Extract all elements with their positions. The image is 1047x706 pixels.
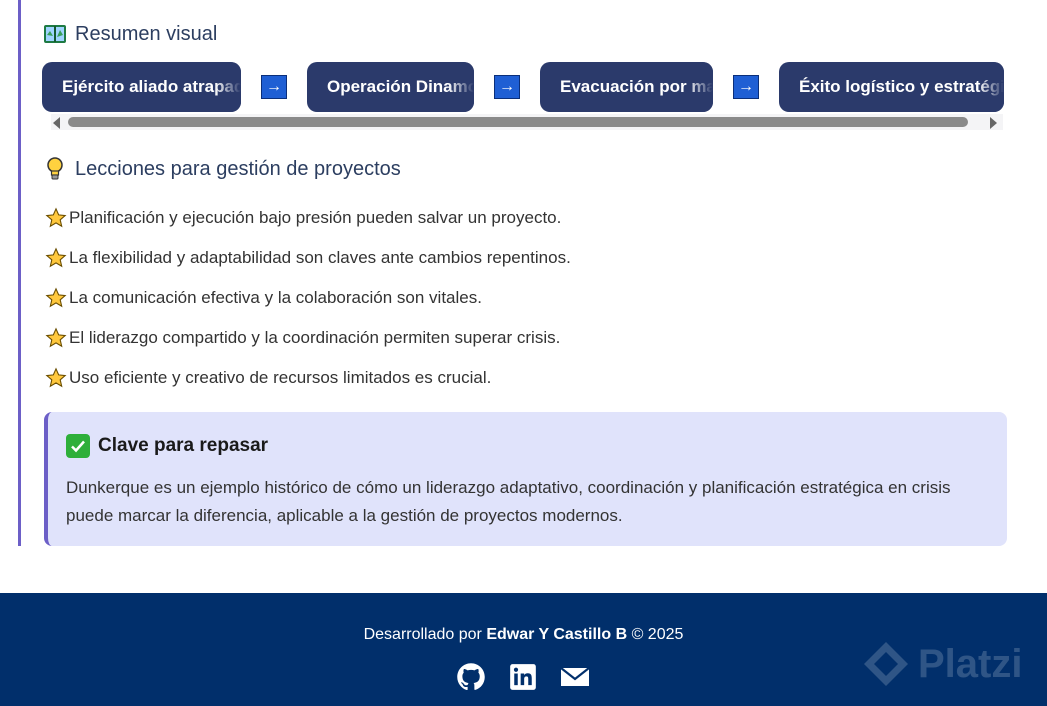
check-mark-icon xyxy=(66,434,90,458)
key-review-box: Clave para repasar Dunkerque es un ejemp… xyxy=(44,412,1007,546)
map-book-icon xyxy=(43,22,67,46)
flow-step-4: Éxito logístico y estratégico xyxy=(779,62,1004,112)
lessons-list: Planificación y ejecución bajo presión p… xyxy=(45,198,945,398)
key-review-text: Dunkerque es un ejemplo histórico de cóm… xyxy=(66,478,951,525)
footer-prefix: Desarrollado por xyxy=(363,626,487,643)
platzi-watermark: Platzi xyxy=(862,640,1022,688)
star-icon xyxy=(45,367,67,389)
star-icon xyxy=(45,287,67,309)
scroll-left-icon[interactable] xyxy=(53,117,60,129)
lightbulb-icon xyxy=(43,157,67,181)
linkedin-icon[interactable] xyxy=(507,662,539,692)
flow-step-1: Ejército aliado atrapado xyxy=(42,62,241,112)
email-icon[interactable] xyxy=(559,662,591,692)
footer-author: Edwar Y Castillo B xyxy=(486,626,628,643)
star-icon xyxy=(45,247,67,269)
footer-links xyxy=(455,662,591,692)
lesson-text: Planificación y ejecución bajo presión p… xyxy=(69,208,562,227)
footer: Desarrollado por Edwar Y Castillo B © 20… xyxy=(0,593,1047,706)
flow-steps[interactable]: Ejército aliado atrapado → Operación Din… xyxy=(42,61,1006,113)
visual-summary-heading: Resumen visual xyxy=(43,22,217,46)
list-item: La flexibilidad y adaptabilidad son clav… xyxy=(45,238,945,278)
arrow-right-icon: → xyxy=(261,75,287,99)
scrollbar-thumb[interactable] xyxy=(68,117,968,127)
footer-suffix: © 2025 xyxy=(627,626,684,643)
watermark-text: Platzi xyxy=(918,641,1023,686)
star-icon xyxy=(45,327,67,349)
horizontal-scrollbar[interactable] xyxy=(51,114,1003,130)
flow-step-3: Evacuación por mar xyxy=(540,62,713,112)
list-item: Uso eficiente y creativo de recursos lim… xyxy=(45,358,945,398)
key-review-title: Clave para repasar xyxy=(98,435,269,456)
arrow-right-icon: → xyxy=(494,75,520,99)
lesson-text: El liderazgo compartido y la coordinació… xyxy=(69,328,561,347)
visual-summary-title: Resumen visual xyxy=(75,22,218,45)
lessons-title: Lecciones para gestión de proyectos xyxy=(75,157,401,180)
arrow-right-icon: → xyxy=(733,75,759,99)
lesson-text: La flexibilidad y adaptabilidad son clav… xyxy=(69,248,571,267)
key-review-heading: Clave para repasar xyxy=(66,434,1007,458)
main-content: Resumen visual Ejército aliado atrapado … xyxy=(18,0,1018,546)
list-item: Planificación y ejecución bajo presión p… xyxy=(45,198,945,238)
lessons-heading: Lecciones para gestión de proyectos xyxy=(43,157,401,181)
lesson-text: Uso eficiente y creativo de recursos lim… xyxy=(69,368,492,387)
github-icon[interactable] xyxy=(455,662,487,692)
list-item: La comunicación efectiva y la colaboraci… xyxy=(45,278,945,318)
star-icon xyxy=(45,207,67,229)
list-item: El liderazgo compartido y la coordinació… xyxy=(45,318,945,358)
scroll-right-icon[interactable] xyxy=(990,117,997,129)
lesson-text: La comunicación efectiva y la colaboraci… xyxy=(69,288,482,307)
flow-step-2: Operación Dinamo xyxy=(307,62,474,112)
